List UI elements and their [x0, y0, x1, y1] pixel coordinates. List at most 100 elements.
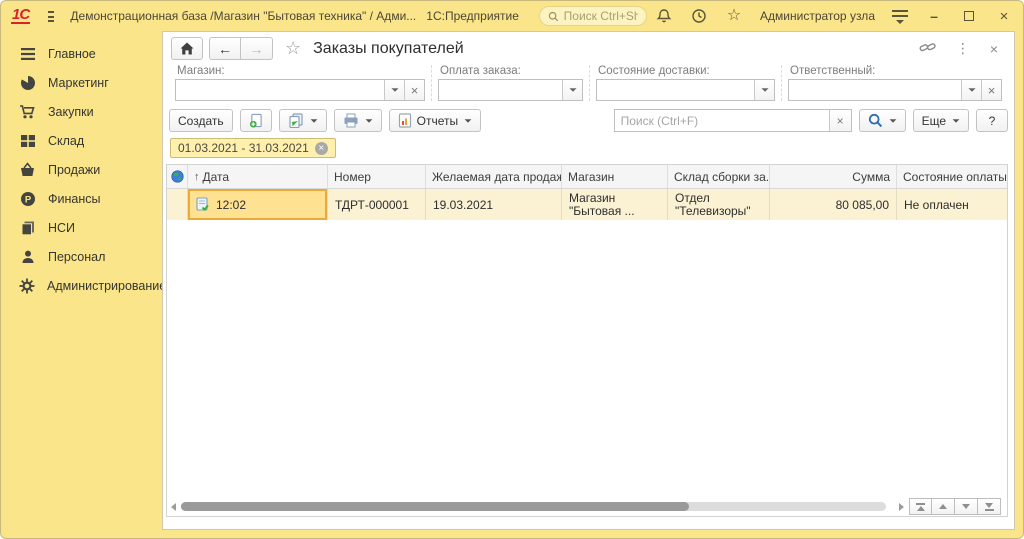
go-to-first-button[interactable] — [909, 498, 932, 515]
column-header-number[interactable]: Номер — [328, 165, 426, 188]
cell-payment-state[interactable]: Не оплачен — [897, 189, 1007, 220]
close-form-button[interactable]: × — [990, 41, 998, 57]
sidebar-item-label: Финансы — [48, 192, 100, 206]
sidebar-item-administrirovanie[interactable]: Администрирование — [1, 271, 162, 300]
sidebar-item-marketing[interactable]: Маркетинг — [1, 68, 162, 97]
get-link-icon[interactable] — [919, 40, 936, 58]
store-input[interactable] — [176, 80, 384, 100]
close-window-button[interactable]: × — [995, 7, 1013, 25]
more-actions-icon[interactable]: ⋮ — [956, 40, 970, 57]
responsible-input[interactable] — [789, 80, 961, 100]
filter-store: Магазин: × — [169, 65, 431, 101]
sidebar-item-glavnoe[interactable]: Главное — [1, 39, 162, 68]
home-button[interactable] — [171, 37, 203, 60]
exchange-column-header[interactable] — [167, 165, 188, 188]
scroll-left-arrow-icon[interactable] — [171, 503, 176, 511]
documents-actions-button[interactable] — [279, 109, 327, 132]
payment-dropdown-button[interactable] — [562, 80, 582, 100]
delivery-combobox[interactable] — [596, 79, 775, 101]
sidebar-item-sklad[interactable]: Склад — [1, 126, 162, 155]
global-search-input[interactable] — [564, 9, 638, 23]
store-combobox[interactable]: × — [175, 79, 425, 101]
printer-icon — [343, 113, 359, 128]
report-icon — [398, 113, 412, 128]
responsible-combobox[interactable]: × — [788, 79, 1002, 101]
more-button[interactable]: Еще — [913, 109, 969, 132]
reports-button[interactable]: Отчеты — [389, 109, 481, 132]
store-dropdown-button[interactable] — [384, 80, 404, 100]
delivery-input[interactable] — [597, 80, 754, 100]
minimize-button[interactable]: – — [925, 7, 943, 25]
go-to-last-button[interactable] — [978, 498, 1001, 515]
maximize-button[interactable] — [960, 7, 978, 25]
column-header-payment-state[interactable]: Состояние оплаты — [897, 165, 1007, 188]
sidebar-item-label: Продажи — [48, 163, 100, 177]
sidebar-item-label: Склад — [48, 134, 84, 148]
delivery-dropdown-button[interactable] — [754, 80, 774, 100]
gear-icon — [19, 277, 35, 294]
horizontal-scrollbar[interactable] — [181, 502, 886, 511]
cell-number[interactable]: ТДРТ-000001 — [328, 189, 426, 220]
scroll-right-arrow-icon[interactable] — [899, 503, 904, 511]
advanced-search-button[interactable] — [859, 109, 906, 132]
payment-input[interactable] — [439, 80, 562, 100]
cell-store[interactable]: Магазин"Бытовая ... — [562, 189, 668, 220]
cell-sum[interactable]: 80 085,00 — [770, 189, 897, 220]
table-header-row: ↑Дата Номер Желаемая дата продажи Магази… — [167, 165, 1007, 189]
help-button[interactable]: ? — [976, 109, 1008, 132]
chevron-down-icon — [310, 119, 317, 122]
sidebar-item-personal[interactable]: Персонал — [1, 242, 162, 271]
print-button[interactable] — [334, 109, 382, 132]
page-down-button[interactable] — [955, 498, 978, 515]
main-menu-icon[interactable] — [48, 11, 54, 22]
cell-desired-date[interactable]: 19.03.2021 — [426, 189, 562, 220]
table-row[interactable]: 12:02 ТДРТ-000001 19.03.2021 Магазин"Быт… — [167, 189, 1007, 220]
cell-date[interactable]: 12:02 — [188, 189, 328, 220]
chevron-down-icon — [968, 88, 975, 92]
sidebar-item-label: Маркетинг — [48, 76, 109, 90]
column-header-sum[interactable]: Сумма — [770, 165, 897, 188]
maximize-icon — [964, 11, 974, 21]
payment-combobox[interactable] — [438, 79, 583, 101]
page-up-button[interactable] — [932, 498, 955, 515]
column-header-store[interactable]: Магазин — [562, 165, 668, 188]
global-search[interactable] — [539, 6, 647, 26]
home-icon — [180, 42, 194, 55]
history-clock-icon[interactable] — [690, 7, 708, 25]
selected-cell[interactable]: 12:02 — [188, 189, 327, 220]
list-search-box[interactable]: × — [614, 109, 852, 132]
add-to-favorites-star-icon[interactable]: ☆ — [285, 38, 301, 59]
list-search-clear-button[interactable]: × — [829, 110, 851, 131]
forward-button[interactable]: → — [241, 37, 273, 60]
scrollbar-thumb[interactable] — [181, 502, 689, 511]
cell-warehouse[interactable]: Отдел"Телевизоры" — [668, 189, 770, 220]
responsible-dropdown-button[interactable] — [961, 80, 981, 100]
create-button[interactable]: Создать — [169, 109, 233, 132]
basket-icon — [19, 161, 36, 178]
column-header-date[interactable]: ↑Дата — [188, 165, 328, 188]
sidebar-item-prodazhi[interactable]: Продажи — [1, 155, 162, 184]
table-scroll-footer — [167, 499, 1007, 516]
service-menu-icon[interactable] — [892, 10, 908, 22]
more-label: Еще — [922, 114, 946, 128]
store-clear-button[interactable]: × — [404, 80, 424, 100]
responsible-clear-button[interactable]: × — [981, 80, 1001, 100]
column-header-desired-date[interactable]: Желаемая дата продажи — [426, 165, 562, 188]
sidebar-item-label: Главное — [48, 47, 96, 61]
notifications-bell-icon[interactable] — [655, 7, 673, 25]
orders-table: ↑Дата Номер Желаемая дата продажи Магази… — [166, 164, 1008, 517]
table-empty-area[interactable] — [167, 220, 1007, 499]
period-filter-tag[interactable]: 01.03.2021 - 31.03.2021 × — [170, 138, 336, 158]
reports-label: Отчеты — [417, 114, 458, 128]
sidebar-item-zakupki[interactable]: Закупки — [1, 97, 162, 126]
remove-period-filter-icon[interactable]: × — [315, 142, 328, 155]
sidebar-item-nsi[interactable]: НСИ — [1, 213, 162, 242]
list-search-input[interactable] — [615, 114, 829, 128]
create-by-copy-button[interactable] — [240, 109, 272, 132]
back-button[interactable]: ← — [209, 37, 241, 60]
current-user[interactable]: Администратор узла — [760, 9, 875, 23]
orders-list-form: ← → ☆ Заказы покупателей ⋮ × Магазин: × — [162, 31, 1015, 530]
favorites-star-icon[interactable]: ☆ — [725, 7, 743, 25]
sidebar-item-finansy[interactable]: Р Финансы — [1, 184, 162, 213]
column-header-warehouse[interactable]: Склад сборки за... — [668, 165, 770, 188]
